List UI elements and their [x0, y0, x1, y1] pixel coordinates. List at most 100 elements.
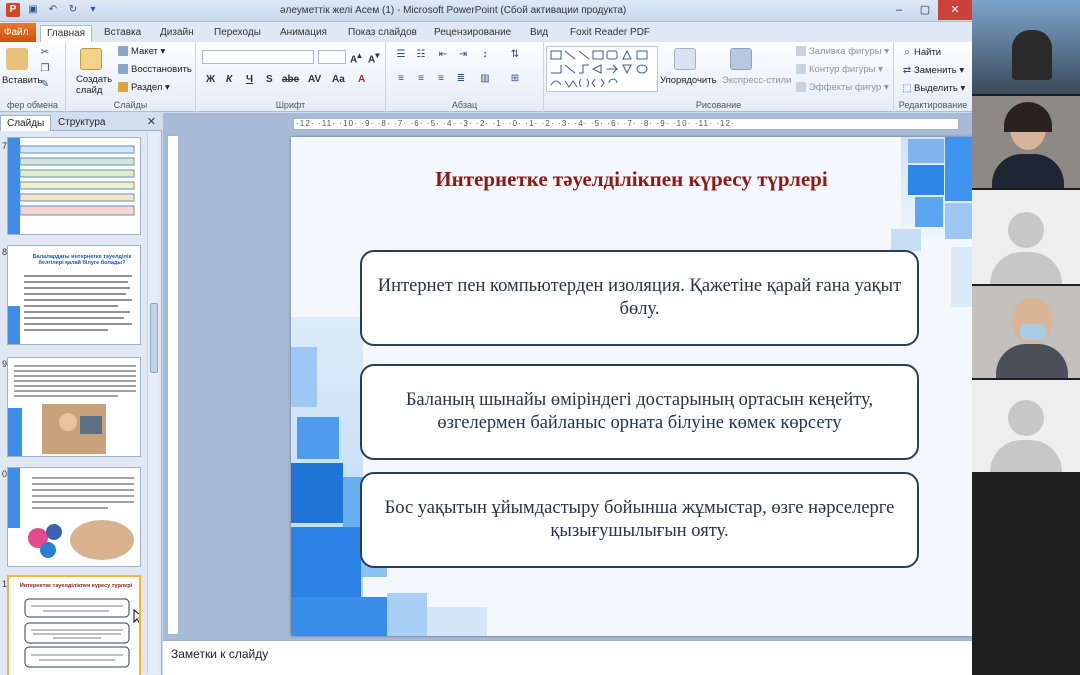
quick-styles-button[interactable]: Экспресс-стили — [722, 75, 791, 86]
participant-figure — [1012, 30, 1052, 80]
arrange-icon[interactable] — [674, 48, 696, 70]
tab-insert[interactable]: Вставка — [98, 25, 147, 42]
tab-review[interactable]: Рецензирование — [428, 25, 517, 42]
strike-button[interactable]: abe — [282, 74, 299, 85]
shape-effects-button[interactable]: Эффекты фигур ▾ — [796, 82, 889, 93]
slide-editor: ·12· ·11· ·10· ·9· ·8· ·7· ·6· ·5· ·4· ·… — [163, 113, 972, 640]
tab-file[interactable]: Файл — [0, 23, 36, 42]
undo-icon[interactable]: ↶ — [46, 3, 60, 17]
tab-animation[interactable]: Анимация — [274, 25, 333, 42]
slide-thumbnail[interactable] — [7, 137, 141, 235]
slide-canvas[interactable]: Интернетке тәуелділікпен күресу түрлері … — [291, 137, 972, 636]
font-color-button[interactable]: A — [358, 74, 365, 85]
select-button[interactable]: ⬚ Выделить ▾ — [900, 82, 965, 96]
slide-thumbnail[interactable] — [7, 357, 141, 457]
content-box-1[interactable]: Интернет пен компьютерден изоляция. Қаже… — [360, 250, 919, 346]
decor-square — [427, 607, 487, 636]
tab-slideshow[interactable]: Показ слайдов — [342, 25, 423, 42]
horizontal-ruler: ·12· ·11· ·10· ·9· ·8· ·7· ·6· ·5· ·4· ·… — [293, 118, 959, 130]
shape-fill-button[interactable]: Заливка фигуры ▾ — [796, 46, 889, 57]
cut-icon[interactable]: ✂ — [38, 46, 52, 60]
group-paragraph: ☰ ☷ ⇤ ⇥ ↕ ≡ ≡ ≡ ≣ ▥ ⇅ ⊞ Абзац — [386, 42, 544, 112]
tab-design[interactable]: Дизайн — [154, 25, 200, 42]
panel-tabs: Слайды Структура ✕ — [0, 113, 162, 131]
align-left-icon[interactable]: ≡ — [394, 72, 408, 86]
panel-scrollbar[interactable] — [147, 133, 159, 673]
group-slides: Создать слайд Макет ▾ Восстановить Разде… — [66, 42, 196, 112]
redo-icon[interactable]: ↻ — [66, 3, 80, 17]
video-tile-avatar[interactable] — [972, 190, 1080, 284]
spacing-button[interactable]: AV — [308, 74, 321, 85]
decor-square — [915, 197, 943, 227]
underline-button[interactable]: Ч — [246, 74, 253, 85]
powerpoint-icon[interactable]: P — [6, 3, 20, 17]
align-right-icon[interactable]: ≡ — [434, 72, 448, 86]
tab-view[interactable]: Вид — [524, 25, 554, 42]
content-box-3[interactable]: Бос уақытын ұйымдастыру бойынша жұмыстар… — [360, 472, 919, 568]
slide-thumbnail[interactable]: Балалардағы интернетке тәуелділік белгіл… — [7, 245, 141, 345]
shape-outline-button[interactable]: Контур фигуры ▾ — [796, 64, 883, 75]
slide-title[interactable]: Интернетке тәуелділікпен күресу түрлері — [291, 167, 972, 192]
line-spacing-icon[interactable]: ↕ — [478, 48, 492, 62]
indent-decrease-icon[interactable]: ⇤ — [436, 48, 450, 62]
numbering-icon[interactable]: ☷ — [414, 48, 428, 62]
vertical-ruler — [167, 135, 179, 635]
format-painter-icon[interactable]: ✎ — [38, 78, 52, 92]
decor-square — [291, 463, 343, 523]
thumbnail-image — [8, 138, 135, 234]
save-icon[interactable]: ▣ — [26, 3, 40, 17]
paste-button[interactable]: Вставить — [2, 75, 42, 86]
layout-button[interactable]: Макет ▾ — [118, 46, 165, 57]
indent-increase-icon[interactable]: ⇥ — [456, 48, 470, 62]
thumbnail-image — [24, 598, 130, 668]
shadow-button[interactable]: S — [266, 74, 273, 85]
case-button[interactable]: Aa — [332, 74, 345, 85]
italic-button[interactable]: К — [226, 74, 232, 85]
avatar-head-icon — [1008, 400, 1044, 436]
shapes-gallery[interactable] — [546, 46, 658, 92]
tab-transitions[interactable]: Переходы — [208, 25, 267, 42]
font-name-select[interactable] — [202, 50, 314, 64]
reset-button[interactable]: Восстановить — [118, 64, 192, 75]
tab-slides[interactable]: Слайды — [0, 115, 52, 131]
arrange-button[interactable]: Упорядочить — [660, 75, 717, 86]
replace-button[interactable]: ⇄ Заменить ▾ — [900, 64, 964, 78]
close-icon[interactable]: ✕ — [147, 115, 156, 128]
new-slide-button[interactable]: Создать слайд — [76, 74, 116, 96]
justify-icon[interactable]: ≣ — [454, 72, 468, 86]
tab-home[interactable]: Главная — [40, 25, 93, 42]
font-size-select[interactable] — [318, 50, 346, 64]
layout-icon — [118, 46, 128, 57]
slide-thumbnail[interactable] — [7, 467, 141, 567]
slide-thumbnail-selected[interactable]: Интернетке тәуелділікпен күресу түрлері — [7, 575, 141, 675]
customize-icon[interactable]: ▾ — [86, 3, 100, 17]
grow-font-icon[interactable]: A▴ — [350, 50, 361, 65]
text-direction-icon[interactable]: ⇅ — [508, 48, 522, 62]
columns-icon[interactable]: ▥ — [478, 72, 492, 86]
align-center-icon[interactable]: ≡ — [414, 72, 428, 86]
copy-icon[interactable]: ❐ — [38, 62, 52, 76]
close-icon[interactable]: ✕ — [938, 0, 972, 20]
scrollbar-thumb[interactable] — [150, 303, 158, 373]
face-mask — [1020, 324, 1046, 340]
content-box-2[interactable]: Баланың шынайы өміріндегі достарының орт… — [360, 364, 919, 460]
video-tile-1[interactable] — [972, 0, 1080, 94]
video-tile-3[interactable] — [972, 286, 1080, 378]
find-button[interactable]: ⌕ Найти — [900, 46, 941, 60]
video-tile-avatar[interactable] — [972, 380, 1080, 472]
quick-styles-icon[interactable] — [730, 48, 752, 70]
bold-button[interactable]: Ж — [206, 74, 215, 85]
minimize-icon[interactable]: – — [886, 0, 912, 20]
video-tile-2[interactable] — [972, 96, 1080, 188]
tab-foxit[interactable]: Foxit Reader PDF — [564, 25, 656, 42]
section-button[interactable]: Раздел ▾ — [118, 82, 170, 93]
notes-pane[interactable]: Заметки к слайду — [163, 640, 972, 675]
new-slide-icon[interactable] — [80, 48, 102, 70]
maximize-icon[interactable]: ▢ — [912, 0, 938, 20]
smartart-icon[interactable]: ⊞ — [508, 72, 522, 86]
thumbnail-image — [8, 275, 132, 344]
shrink-font-icon[interactable]: A▾ — [368, 50, 379, 65]
bullets-icon[interactable]: ☰ — [394, 48, 408, 62]
paste-icon[interactable] — [6, 48, 28, 70]
tab-outline[interactable]: Структура — [52, 115, 111, 131]
